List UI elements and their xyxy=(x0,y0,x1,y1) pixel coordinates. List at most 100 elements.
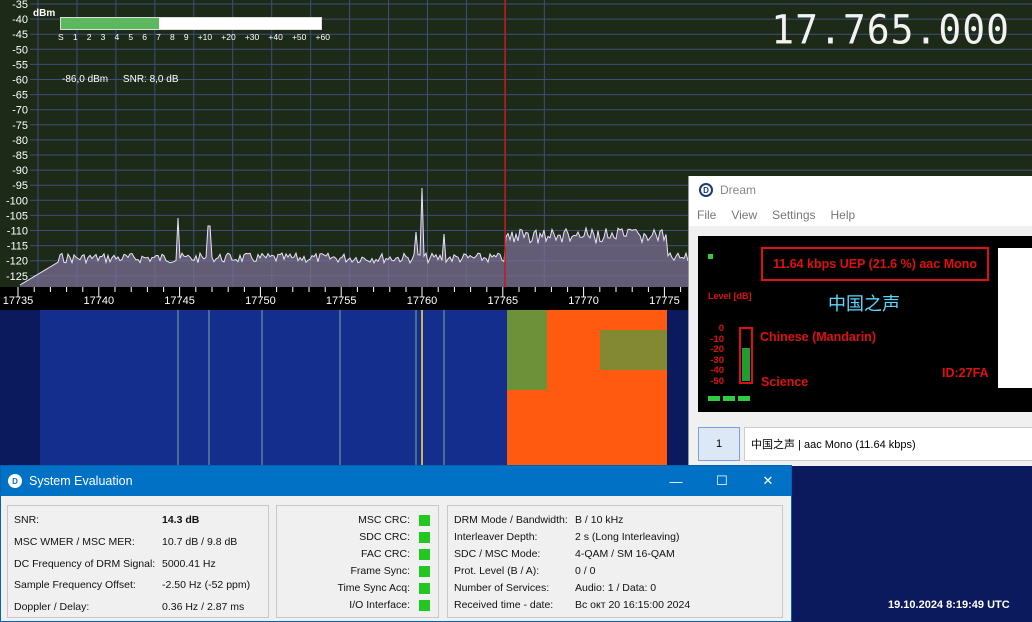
db-axis-label: -35 xyxy=(12,0,28,11)
utc-datetime: 19.10.2024 8:19:49 UTC xyxy=(888,599,1010,611)
db-axis-label: -70 xyxy=(12,105,28,117)
smeter-fill xyxy=(61,18,159,29)
db-axis-label: -95 xyxy=(12,180,28,192)
io-interface-led xyxy=(419,600,430,611)
sdc-msc-mode-label: SDC / MSC Mode: xyxy=(454,548,541,560)
smeter-tick: +60 xyxy=(315,32,330,42)
minimize-button[interactable]: — xyxy=(653,466,699,496)
dream-title: Dream xyxy=(720,183,757,197)
service-1-button[interactable]: 1 xyxy=(698,427,740,461)
dream-service-panel: 11.64 kbps UEP (21.6 %) aac Mono 中国之声 Le… xyxy=(698,236,1032,412)
smeter-tick: +20 xyxy=(221,32,236,42)
prot-level-value: 0 / 0 xyxy=(575,565,596,577)
db-axis-label: -100 xyxy=(6,195,28,207)
db-axis-label: -90 xyxy=(12,165,28,177)
db-axis-label: -105 xyxy=(6,210,28,222)
fac-crc-led xyxy=(419,549,430,560)
service-info-box: 11.64 kbps UEP (21.6 %) aac Mono xyxy=(761,247,989,281)
snr-value: 14.3 dB xyxy=(162,514,200,526)
smeter-tick: +50 xyxy=(291,32,307,42)
db-axis-label: -85 xyxy=(12,150,28,162)
maximize-button[interactable]: ☐ xyxy=(699,466,745,496)
interleaver-label: Interleaver Depth: xyxy=(454,531,538,543)
menu-settings[interactable]: Settings xyxy=(772,208,815,222)
sdc-crc-led xyxy=(419,532,430,543)
dream-logo-icon: D xyxy=(8,474,22,488)
program-type-label: Science xyxy=(761,375,809,389)
db-axis-label: -125 xyxy=(6,271,28,283)
language-label: Chinese (Mandarin) xyxy=(760,330,876,344)
smeter-tick: S xyxy=(58,32,64,42)
services-label: Number of Services: xyxy=(454,582,550,594)
freq-axis-label: 17760 xyxy=(407,295,438,307)
service-selector-row: 1 中国之声 | aac Mono (11.64 kbps) xyxy=(698,426,1032,462)
db-axis-label: -55 xyxy=(12,59,28,71)
sys-titlebar[interactable]: D System Evaluation — ☐ ✕ xyxy=(1,466,791,496)
level-leds xyxy=(708,396,750,401)
freq-axis-label: 17775 xyxy=(649,295,680,307)
level-label: Level [dB] xyxy=(708,291,752,301)
time-sync-led xyxy=(419,583,430,594)
db-axis-label: -45 xyxy=(12,29,28,41)
io-interface-label: I/O Interface: xyxy=(349,599,410,611)
freq-axis-label: 17750 xyxy=(245,295,276,307)
smeter-unit-label: dBm xyxy=(33,8,56,19)
drm-info-group: DRM Mode / Bandwidth: B / 10 kHz Interle… xyxy=(447,505,783,618)
db-axis-label: -115 xyxy=(7,241,28,253)
dream-titlebar[interactable]: D Dream xyxy=(689,176,1032,204)
station-logo-area xyxy=(998,248,1032,388)
smeter-tick: +30 xyxy=(244,32,260,42)
doppler-value: 0.36 Hz / 2.87 ms xyxy=(162,601,245,613)
freq-axis-label: 17765 xyxy=(488,295,519,307)
window-controls: — ☐ ✕ xyxy=(653,466,791,496)
level-tick: -50 xyxy=(710,375,724,387)
signal-level: -86,0 dBm xyxy=(62,74,109,85)
freq-axis-label: 17755 xyxy=(326,295,357,307)
sdc-crc-label: SDC CRC: xyxy=(359,531,410,543)
smeter-tick: 1 xyxy=(72,32,78,42)
audio-level-fill xyxy=(742,348,750,381)
fac-crc-label: FAC CRC: xyxy=(360,548,410,560)
frequency-display[interactable]: 17.765.000 xyxy=(771,7,1010,53)
station-name: 中国之声 xyxy=(828,294,900,314)
menu-view[interactable]: View xyxy=(731,208,757,222)
interleaver-value: 2 s (Long Interleaving) xyxy=(575,531,680,543)
menu-file[interactable]: File xyxy=(697,208,716,222)
close-button[interactable]: ✕ xyxy=(745,466,791,496)
level-scale: 0 -10 -20 -30 -40 -50 xyxy=(710,323,724,388)
mer-label: MSC WMER / MSC MER: xyxy=(14,536,135,548)
freq-axis-label: 17735 xyxy=(3,295,34,307)
menu-help[interactable]: Help xyxy=(831,208,856,222)
dream-window: D Dream File View Settings Help 11.64 kb… xyxy=(688,176,1032,466)
freq-axis-label: 17745 xyxy=(164,295,195,307)
smeter-tick: +10 xyxy=(197,32,213,42)
mer-value: 10.7 dB / 9.8 dB xyxy=(162,536,238,548)
db-axis-label: -110 xyxy=(7,226,28,238)
db-axis-label: -75 xyxy=(12,120,28,132)
doppler-label: Doppler / Delay: xyxy=(14,601,90,613)
smeter-tick: 4 xyxy=(114,32,120,42)
system-evaluation-window: D System Evaluation — ☐ ✕ SNR: 14.3 dB M… xyxy=(0,465,792,622)
audio-level-meter xyxy=(739,327,753,384)
smeter-tick: 5 xyxy=(128,32,134,42)
dc-freq-label: DC Frequency of DRM Signal: xyxy=(14,558,156,570)
sample-offset-label: Sample Frequency Offset: xyxy=(14,579,136,591)
frame-sync-led xyxy=(419,566,430,577)
freq-axis-label: 17740 xyxy=(84,295,115,307)
received-time-value: Вс окт 20 16:15:00 2024 xyxy=(575,599,691,611)
dream-logo-icon: D xyxy=(699,183,713,197)
service-1-label: 中国之声 | aac Mono (11.64 kbps) xyxy=(744,427,1032,461)
dream-menubar: File View Settings Help xyxy=(689,204,1032,226)
measurements-group: SNR: 14.3 dB MSC WMER / MSC MER: 10.7 dB… xyxy=(7,505,269,618)
drm-mode-label: DRM Mode / Bandwidth: xyxy=(454,514,568,526)
signal-info: -86,0 dBm SNR: 8,0 dB xyxy=(62,74,191,85)
smeter-tick: 7 xyxy=(156,32,161,42)
db-axis-label: -60 xyxy=(12,75,28,87)
db-axis-label: -120 xyxy=(6,256,28,268)
snr-label: SNR: xyxy=(14,514,40,526)
smeter-tick: 3 xyxy=(100,32,106,42)
time-sync-label: Time Sync Acq: xyxy=(337,582,410,594)
smeter-tick: 9 xyxy=(183,32,189,42)
sample-offset-value: -2.50 Hz (-52 ppm) xyxy=(162,579,251,591)
smeter-scale: S 1 2 3 4 5 6 7 8 9 +10 +20 +30 +40 +50 +60 xyxy=(58,32,330,42)
